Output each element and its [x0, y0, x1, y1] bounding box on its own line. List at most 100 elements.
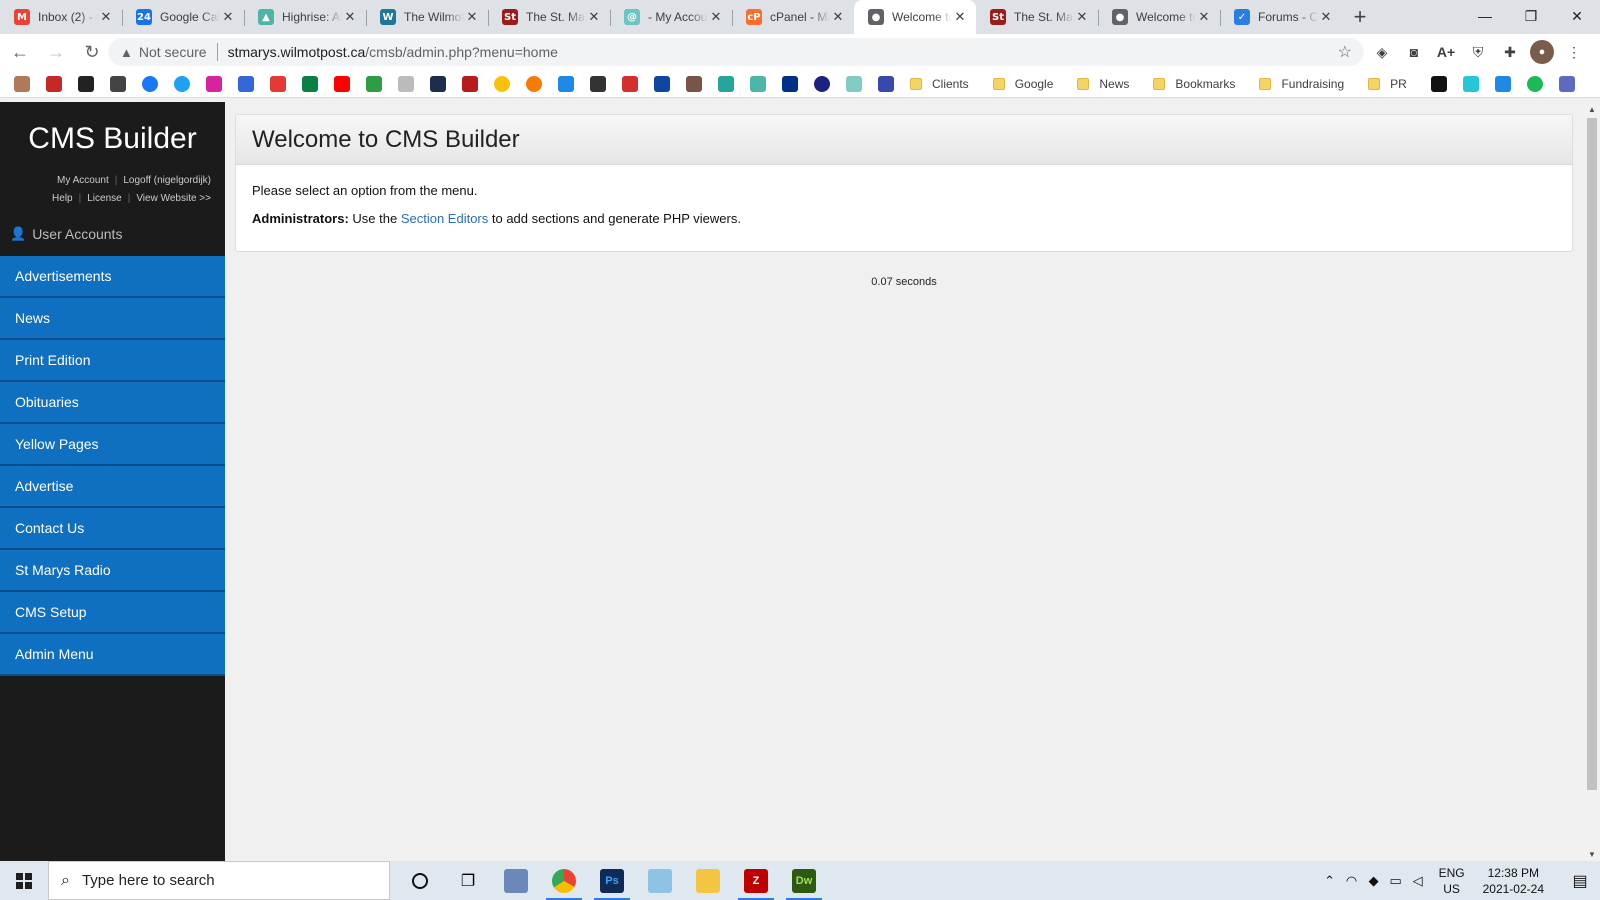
bookmark-icon[interactable] [1494, 75, 1511, 92]
language-indicator[interactable]: ENG US [1439, 865, 1465, 897]
bookmark-icon[interactable] [270, 75, 286, 92]
bookmark-icon[interactable] [430, 75, 446, 92]
bookmark-folder[interactable]: Google [992, 77, 1053, 91]
bookmark-icon[interactable] [46, 75, 62, 92]
bookmark-icon[interactable] [846, 75, 862, 92]
shield-extension-icon[interactable]: ⛨ [1466, 40, 1490, 64]
cms-brand[interactable]: CMS Builder [0, 102, 225, 172]
sidebar-item[interactable]: Obituaries [0, 382, 225, 424]
chrome-icon[interactable] [540, 861, 588, 900]
sidebar-item[interactable]: CMS Setup [0, 592, 225, 634]
help-link[interactable]: Help [52, 193, 73, 204]
start-button[interactable] [0, 861, 48, 900]
app-icon[interactable] [492, 861, 540, 900]
clock[interactable]: 12:38 PM 2021-02-24 [1483, 865, 1544, 897]
bookmark-folder[interactable]: News [1077, 77, 1129, 91]
layers-extension-icon[interactable]: ◈ [1370, 40, 1394, 64]
bookmark-icon[interactable] [366, 75, 382, 92]
bookmark-icon[interactable] [654, 75, 670, 92]
url-host[interactable]: stmarys.wilmotpost.ca [228, 44, 366, 60]
bookmark-icon[interactable] [110, 75, 126, 92]
security-label[interactable]: Not secure [139, 44, 207, 60]
sidebar-item[interactable]: Yellow Pages [0, 424, 225, 466]
notification-icon[interactable]: ▤ [1560, 871, 1600, 891]
browser-tab[interactable]: M Inbox (2) - n ✕ [0, 0, 122, 34]
user-accounts-link[interactable]: 👤 User Accounts [0, 212, 225, 256]
bookmark-icon[interactable] [590, 75, 606, 92]
bookmark-icon[interactable] [814, 75, 830, 92]
bookmark-icon[interactable] [462, 75, 478, 92]
bookmark-icon[interactable] [398, 75, 414, 92]
bookmark-icon[interactable] [302, 75, 318, 92]
volume-icon[interactable]: ◁ [1407, 873, 1429, 889]
tab-close-icon[interactable]: ✕ [1074, 9, 1090, 25]
tab-close-icon[interactable]: ✕ [464, 9, 480, 25]
cortana-icon[interactable] [396, 861, 444, 900]
filezilla-icon[interactable]: Z [732, 861, 780, 900]
bookmark-icon[interactable] [718, 75, 734, 92]
scroll-up-icon[interactable]: ▲ [1584, 102, 1600, 116]
new-tab-button[interactable]: + [1342, 0, 1378, 34]
camera-extension-icon[interactable]: ◙ [1402, 40, 1426, 64]
tab-close-icon[interactable]: ✕ [1318, 9, 1334, 25]
bookmark-icon[interactable] [526, 75, 542, 92]
bookmark-icon[interactable] [78, 75, 94, 92]
sidebar-item[interactable]: Admin Menu [0, 634, 225, 676]
puzzle-extensions-icon[interactable]: ✚ [1498, 40, 1522, 64]
battery-icon[interactable]: ▭ [1385, 873, 1407, 889]
bookmark-icon[interactable] [206, 75, 222, 92]
bookmark-star-icon[interactable]: ☆ [1338, 42, 1352, 62]
url-path[interactable]: /cmsb/admin.php?menu=home [365, 44, 558, 60]
tab-close-icon[interactable]: ✕ [830, 9, 846, 25]
browser-tab[interactable]: ✓ Forums - CMS✕ [1220, 0, 1342, 34]
back-icon[interactable]: ← [4, 36, 36, 68]
bookmark-icon[interactable] [494, 75, 510, 92]
browser-tab[interactable]: ● Welcome to CMS Builder✕ [854, 0, 976, 34]
address-bar[interactable]: ▲ Not secure stmarys.wilmotpost.ca/cmsb/… [108, 38, 1364, 66]
bookmark-icon[interactable] [1526, 75, 1543, 92]
taskbar-search[interactable]: ⌕ Type here to search [48, 861, 390, 900]
tab-close-icon[interactable]: ✕ [342, 9, 358, 25]
scrollbar-thumb[interactable] [1587, 118, 1597, 790]
forward-icon[interactable]: → [40, 36, 72, 68]
bookmark-icon[interactable] [558, 75, 574, 92]
bookmark-icon[interactable] [1558, 75, 1575, 92]
sidebar-item[interactable]: News [0, 298, 225, 340]
browser-tab[interactable]: St The St. Marys✕ [976, 0, 1098, 34]
close-window-icon[interactable]: ✕ [1554, 0, 1600, 32]
minimize-icon[interactable]: — [1462, 0, 1508, 32]
browser-tab[interactable]: W The Wilmot Post✕ [366, 0, 488, 34]
section-editors-link[interactable]: Section Editors [401, 211, 488, 226]
sidebar-item[interactable]: St Marys Radio [0, 550, 225, 592]
sidebar-item[interactable]: Advertisements [0, 256, 225, 298]
browser-tab[interactable]: ▲ Highrise: All ✕ [244, 0, 366, 34]
view-website-link[interactable]: View Website >> [136, 193, 211, 204]
profile-avatar-icon[interactable]: ● [1530, 40, 1554, 64]
tab-close-icon[interactable]: ✕ [220, 9, 236, 25]
browser-tab[interactable]: ● Welcome to ✕ [1098, 0, 1220, 34]
bookmark-folder[interactable]: Clients [910, 77, 969, 91]
photoshop-icon[interactable]: Ps [588, 861, 636, 900]
restore-icon[interactable]: ❐ [1508, 0, 1554, 32]
bookmark-folder[interactable]: Fundraising [1259, 77, 1344, 91]
tab-close-icon[interactable]: ✕ [708, 9, 724, 25]
bookmark-icon[interactable] [238, 75, 254, 92]
dreamweaver-icon[interactable]: Dw [780, 861, 828, 900]
scroll-down-icon[interactable]: ▼ [1584, 847, 1600, 861]
bookmark-icon[interactable] [622, 75, 638, 92]
bookmark-icon[interactable] [750, 75, 766, 92]
task-view-icon[interactable]: ❐ [444, 861, 492, 900]
browser-menu-icon[interactable]: ⋮ [1562, 40, 1586, 64]
bookmark-icon[interactable] [142, 75, 158, 92]
my-account-link[interactable]: My Account [57, 175, 109, 186]
tab-close-icon[interactable]: ✕ [1196, 9, 1212, 25]
browser-tab[interactable]: 24 Google Calendar✕ [122, 0, 244, 34]
sidebar-item[interactable]: Print Edition [0, 340, 225, 382]
bookmark-icon[interactable] [334, 75, 350, 92]
bookmark-icon[interactable] [686, 75, 702, 92]
browser-tab[interactable]: cP cPanel - Main✕ [732, 0, 854, 34]
tab-close-icon[interactable]: ✕ [98, 9, 114, 25]
dropbox-icon[interactable]: ◆ [1363, 873, 1385, 889]
tab-close-icon[interactable]: ✕ [586, 9, 602, 25]
bookmark-icon[interactable] [1430, 75, 1447, 92]
